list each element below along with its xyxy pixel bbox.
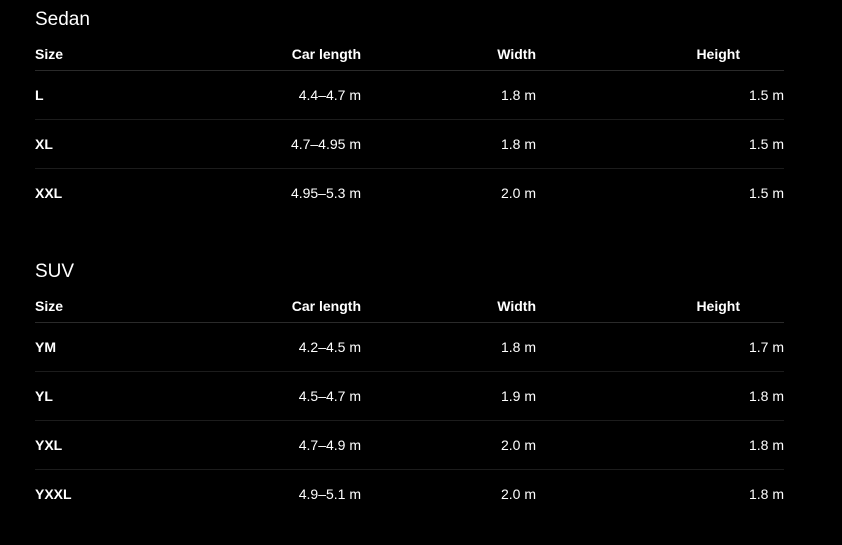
cell-height: 1.5 m [748,185,784,201]
table-row: YL 4.5–4.7 m 1.9 m 1.8 m [35,371,784,421]
column-header-car-length: Car length [115,38,361,71]
cell-size: XL [35,119,115,169]
cell-width: 1.8 m [361,70,536,120]
cell-size: YL [35,371,115,421]
column-header-height: Height [536,290,784,323]
cell-width: 2.0 m [361,420,536,470]
cell-height: 1.5 m [536,70,784,120]
table-row: YXXL 4.9–5.1 m 2.0 m 1.8 m [35,470,784,519]
cell-height: 1.8 m [536,420,784,470]
cell-car-length: 4.7–4.9 m [115,420,361,470]
section-title: SUV [35,261,75,282]
cell-size: L [35,70,115,120]
cell-car-length: 4.2–4.5 m [115,322,361,372]
cell-size: YXL [35,420,115,470]
cell-car-length: 4.7–4.95 m [115,119,361,169]
table-header-row: Size Car length Width Height [35,290,784,323]
column-header-width: Width [361,38,536,71]
table-row: XL 4.7–4.95 m 1.8 m 1.5 m [35,119,784,169]
column-header-car-length: Car length [115,290,361,323]
cell-width: 1.8 m [361,119,536,169]
cell-height: 1.8 m [748,486,784,502]
cell-size: YXXL [35,486,72,502]
cell-car-length: 4.95–5.3 m [290,185,361,201]
cell-car-length: 4.4–4.7 m [115,70,361,120]
table-row: L 4.4–4.7 m 1.8 m 1.5 m [35,70,784,120]
cell-height: 1.8 m [536,371,784,421]
column-header-height: Height [536,38,784,71]
cell-car-length: 4.9–5.1 m [298,486,361,502]
sedan-size-table: Size Car length Width Height L 4.4–4.7 m… [35,38,784,217]
cell-size: YM [35,322,115,372]
cell-size: XXL [35,185,63,201]
column-header-size: Size [35,38,115,71]
cell-width: 1.8 m [361,322,536,372]
cell-width: 2.0 m [500,185,536,201]
column-header-size: Size [35,290,115,323]
cell-width: 1.9 m [361,371,536,421]
table-row: YM 4.2–4.5 m 1.8 m 1.7 m [35,322,784,372]
suv-size-table: Size Car length Width Height YM 4.2–4.5 … [35,290,784,518]
cell-width: 2.0 m [500,486,536,502]
table-row: XXL 4.95–5.3 m 2.0 m 1.5 m [35,169,784,218]
cell-car-length: 4.5–4.7 m [115,371,361,421]
table-header-row: Size Car length Width Height [35,38,784,71]
table-row: YXL 4.7–4.9 m 2.0 m 1.8 m [35,420,784,470]
cell-height: 1.5 m [536,119,784,169]
cell-height: 1.7 m [536,322,784,372]
column-header-width: Width [361,290,536,323]
section-title: Sedan [35,9,90,30]
